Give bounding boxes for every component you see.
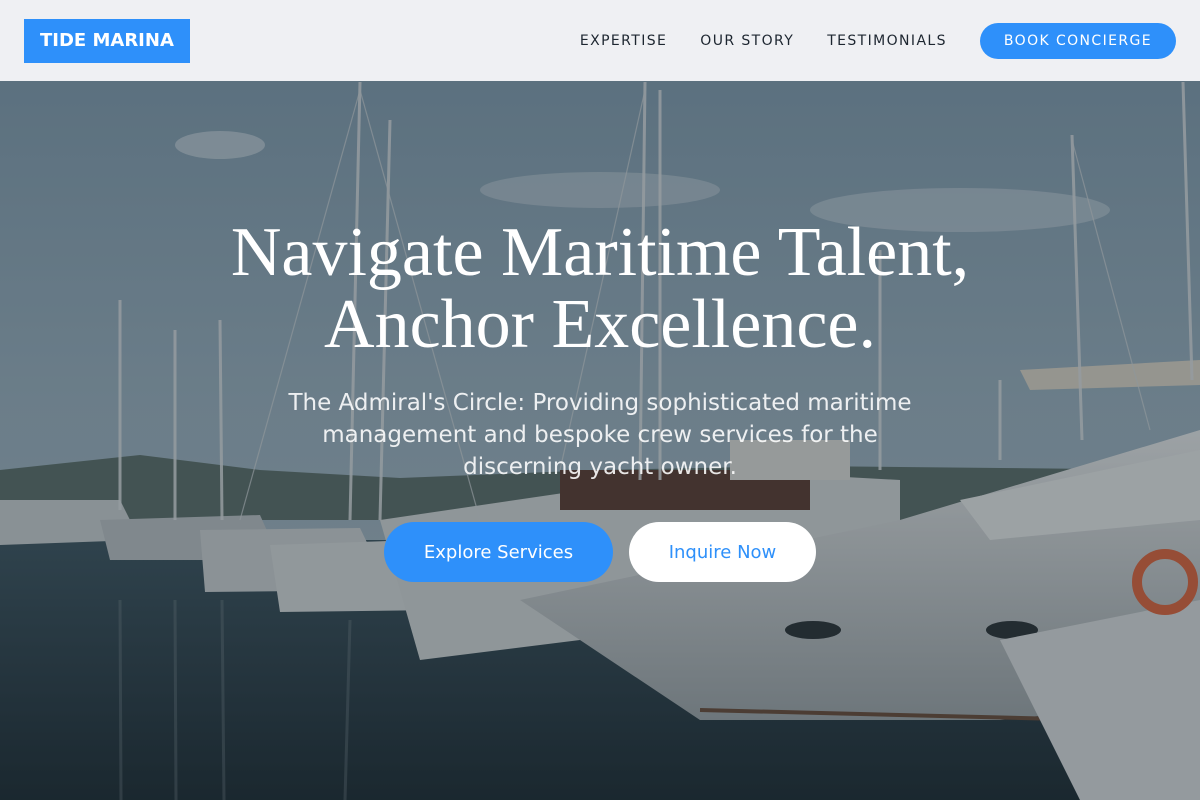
nav-link-our-story[interactable]: OUR STORY — [700, 33, 794, 49]
hero-section: Navigate Maritime Talent, Anchor Excelle… — [0, 81, 1200, 800]
hero-cta-group: Explore Services Inquire Now — [0, 522, 1200, 582]
site-header: TIDE MARINA EXPERTISE OUR STORY TESTIMON… — [0, 0, 1200, 81]
hero-title-line-2: Anchor Excellence. — [324, 286, 876, 363]
main-nav: EXPERTISE OUR STORY TESTIMONIALS BOOK CO… — [580, 22, 1176, 59]
logo[interactable]: TIDE MARINA — [24, 18, 190, 63]
nav-link-testimonials[interactable]: TESTIMONIALS — [827, 33, 947, 49]
hero-title-line-1: Navigate Maritime Talent, — [230, 214, 970, 291]
book-concierge-button[interactable]: BOOK CONCIERGE — [979, 22, 1176, 59]
explore-services-button[interactable]: Explore Services — [384, 522, 613, 582]
inquire-now-button[interactable]: Inquire Now — [629, 522, 816, 582]
nav-link-expertise[interactable]: EXPERTISE — [580, 33, 667, 49]
hero-title: Navigate Maritime Talent, Anchor Excelle… — [100, 217, 1100, 361]
hero-subtitle: The Admiral's Circle: Providing sophisti… — [288, 390, 912, 480]
